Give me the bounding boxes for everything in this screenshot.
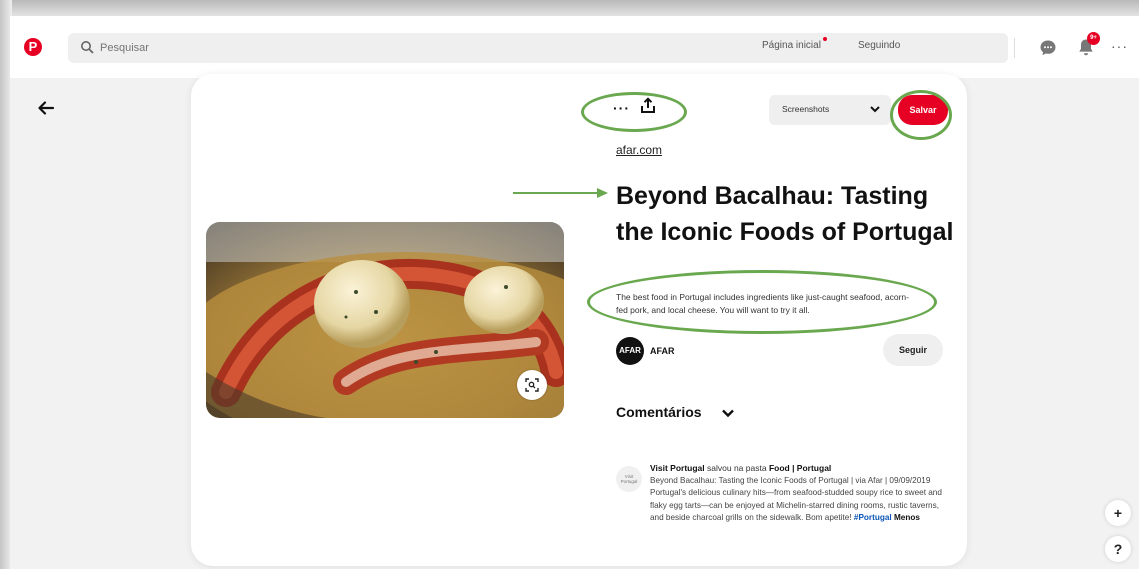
pin-more-options-icon[interactable]: ···	[613, 100, 630, 116]
notifications-badge: 9+	[1087, 32, 1100, 45]
chevron-down-icon	[870, 106, 880, 113]
top-header: P Página inicial Seguindo 9+ ···	[10, 16, 1139, 78]
help-button[interactable]: ?	[1105, 536, 1131, 562]
search-icon	[81, 41, 94, 54]
hashtag-link[interactable]: #Portugal	[854, 513, 892, 522]
comments-chevron-down-icon[interactable]	[721, 406, 735, 420]
comment-avatar[interactable]: Visit Portugal	[616, 466, 642, 492]
add-button[interactable]: +	[1105, 500, 1131, 526]
search-input[interactable]	[100, 33, 400, 63]
comment-body: Beyond Bacalhau: Tasting the Iconic Food…	[650, 475, 942, 525]
board-select-value: Screenshots	[782, 104, 830, 114]
author-avatar[interactable]: AFAR	[616, 337, 644, 365]
comment-action: salvou na pasta	[707, 463, 767, 473]
pinterest-app: P Página inicial Seguindo 9+ ···	[10, 16, 1139, 569]
food-photo-illustration	[206, 222, 564, 418]
header-more-icon[interactable]: ···	[1111, 38, 1128, 54]
pin-source-link[interactable]: afar.com	[616, 143, 662, 157]
nav-home-link[interactable]: Página inicial	[762, 37, 827, 51]
pin-description: The best food in Portugal includes ingre…	[616, 292, 909, 315]
comment-header: Visit Portugal salvou na pasta Food | Po…	[650, 463, 831, 473]
show-less-link[interactable]: Menos	[894, 513, 920, 522]
nav-home-label: Página inicial	[762, 40, 821, 51]
save-button[interactable]: Salvar	[898, 95, 948, 125]
nav-home-dot	[822, 37, 827, 41]
board-select-dropdown[interactable]: Screenshots	[769, 95, 891, 125]
pin-image[interactable]	[206, 222, 564, 418]
annotation-arrow-icon	[513, 188, 608, 198]
pin-title: Beyond Bacalhau: Tasting the Iconic Food…	[616, 182, 954, 246]
share-icon[interactable]	[640, 97, 656, 114]
back-arrow-icon[interactable]	[36, 98, 56, 118]
comments-heading[interactable]: Comentários	[616, 404, 702, 420]
pin-card: ··· Screenshots Salvar afar.com Beyond B…	[191, 74, 967, 566]
messages-icon[interactable]	[1039, 39, 1057, 57]
visual-search-icon	[525, 378, 539, 392]
pinterest-logo-icon[interactable]: P	[24, 38, 42, 56]
author-name[interactable]: AFAR	[650, 346, 675, 356]
comment-user[interactable]: Visit Portugal	[650, 463, 705, 473]
nav-following-link[interactable]: Seguindo	[858, 40, 900, 51]
visual-search-button[interactable]	[517, 370, 547, 400]
header-divider	[1014, 38, 1015, 58]
comment-board[interactable]: Food | Portugal	[769, 463, 831, 473]
follow-button[interactable]: Seguir	[883, 334, 943, 366]
